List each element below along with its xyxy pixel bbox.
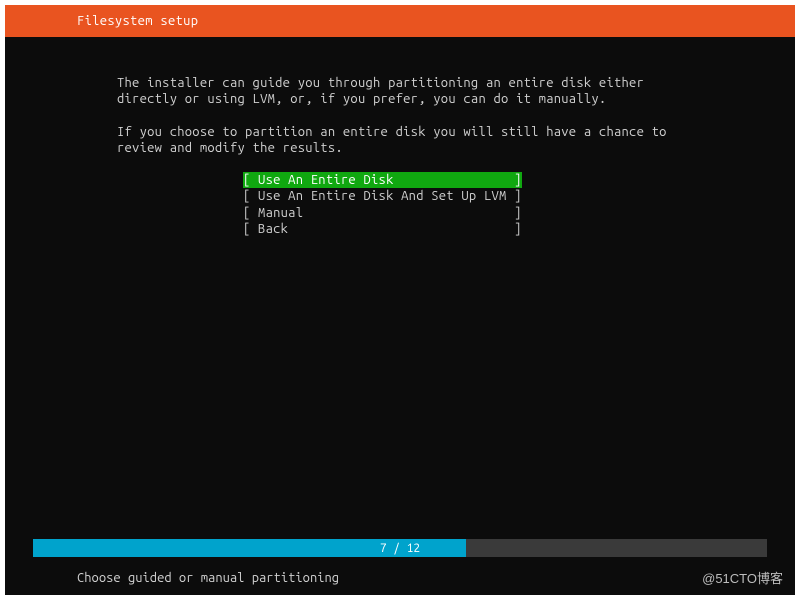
footer-hint: Choose guided or manual partitioning (77, 571, 339, 585)
progress-label: 7 / 12 (380, 542, 420, 555)
installer-console: Filesystem setup The installer can guide… (5, 5, 795, 595)
option-back[interactable]: [ Back ] (243, 221, 795, 237)
progress-fill-segment-2 (239, 539, 467, 557)
body-area: The installer can guide you through part… (5, 37, 795, 539)
option-use-entire-disk-lvm[interactable]: [ Use An Entire Disk And Set Up LVM ] (243, 188, 795, 204)
footer-bar: Choose guided or manual partitioning @51… (5, 561, 795, 595)
intro-paragraph-2: If you choose to partition an entire dis… (117, 124, 697, 157)
progress-bar: 7 / 12 (33, 539, 767, 557)
options-menu: [ Use An Entire Disk ] [ Use An Entire D… (243, 172, 795, 237)
option-manual[interactable]: [ Manual ] (243, 205, 795, 221)
progress-area: 7 / 12 (5, 539, 795, 561)
option-use-entire-disk[interactable]: [ Use An Entire Disk ] (243, 172, 522, 188)
page-title: Filesystem setup (77, 14, 198, 28)
intro-paragraph-1: The installer can guide you through part… (117, 75, 697, 108)
progress-fill-segment-1 (33, 539, 239, 557)
watermark: @51CTO博客 (702, 568, 783, 587)
header-bar: Filesystem setup (5, 5, 795, 37)
